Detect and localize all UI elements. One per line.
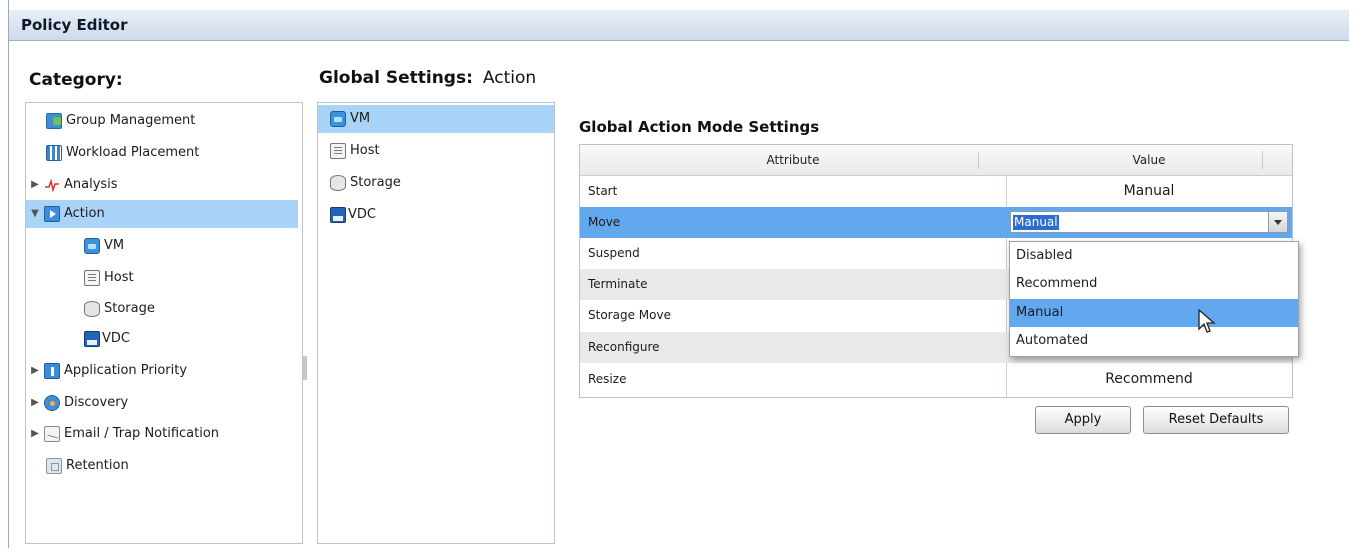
panel-splitter[interactable]: [303, 356, 307, 380]
list-item-label: Host: [350, 143, 380, 158]
mouse-cursor-icon: [1198, 309, 1216, 333]
tree-item-label: Workload Placement: [66, 145, 200, 160]
column-header-value[interactable]: Value: [1006, 145, 1292, 175]
table-row[interactable]: Resize Recommend: [580, 364, 1292, 395]
collapse-arrow-icon[interactable]: ▼: [29, 200, 41, 228]
value-dropdown-list: Disabled Recommend Manual Automated: [1009, 241, 1299, 357]
tree-item-action[interactable]: ▼ Action: [26, 200, 298, 228]
expand-arrow-icon[interactable]: ▶: [29, 357, 41, 385]
table-row-selected[interactable]: Move Manual: [580, 207, 1292, 238]
attribute-cell: Suspend: [588, 246, 640, 260]
tree-item-host[interactable]: Host: [26, 264, 298, 292]
column-separator: [1262, 151, 1263, 169]
list-item-label: VDC: [348, 207, 376, 222]
group-management-icon: [46, 113, 62, 129]
apply-button[interactable]: Apply: [1035, 406, 1131, 434]
category-tree: Group Management Workload Placement ▶ An…: [25, 102, 303, 544]
list-item-storage[interactable]: Storage: [318, 169, 554, 197]
list-item-vdc[interactable]: VDC: [318, 201, 554, 229]
column-separator: [978, 151, 979, 169]
attribute-cell: Move: [588, 215, 621, 229]
expand-arrow-icon[interactable]: ▶: [29, 420, 41, 448]
host-icon: [84, 270, 100, 286]
global-settings-label: Global Settings:: [319, 68, 473, 88]
tree-item-label: Group Management: [66, 113, 196, 128]
expand-arrow-icon[interactable]: ▶: [29, 171, 41, 199]
tree-item-label: Host: [104, 270, 134, 285]
dropdown-option-disabled[interactable]: Disabled: [1010, 242, 1298, 270]
tree-item-label: Action: [64, 206, 105, 221]
tree-item-email-trap-notification[interactable]: ▶ Email / Trap Notification: [26, 420, 298, 448]
global-settings-heading: Global Settings: Action: [319, 68, 536, 88]
tree-item-retention[interactable]: Retention: [26, 452, 298, 480]
workload-placement-icon: [46, 145, 62, 161]
email-icon: [44, 426, 60, 442]
tree-item-workload-placement[interactable]: Workload Placement: [26, 139, 298, 167]
policy-editor-window: Policy Editor Category: Global Settings:…: [8, 0, 1349, 548]
tree-item-label: Email / Trap Notification: [64, 426, 220, 441]
expand-arrow-icon[interactable]: ▶: [29, 389, 41, 417]
action-icon: [44, 206, 60, 222]
vm-icon: [84, 238, 100, 254]
attribute-cell: Storage Move: [588, 308, 671, 322]
tree-item-label: Analysis: [64, 177, 118, 192]
tree-item-vdc[interactable]: VDC: [26, 325, 298, 353]
list-item-label: Storage: [350, 175, 401, 190]
list-item-vm[interactable]: VM: [318, 105, 554, 133]
value-cell[interactable]: Recommend: [1006, 364, 1292, 395]
attribute-cell: Start: [588, 184, 618, 198]
application-priority-icon: [44, 363, 60, 379]
dropdown-option-recommend[interactable]: Recommend: [1010, 270, 1298, 298]
table-row[interactable]: Start Manual: [580, 176, 1292, 207]
discovery-icon: [44, 395, 60, 411]
tree-item-label: VDC: [102, 331, 130, 346]
storage-icon: [330, 175, 346, 191]
attribute-cell: Resize: [588, 372, 627, 386]
list-item-label: VM: [350, 111, 371, 126]
storage-icon: [84, 301, 100, 317]
tree-item-label: Retention: [66, 458, 129, 473]
value-cell[interactable]: Manual: [1006, 176, 1292, 207]
list-item-host[interactable]: Host: [318, 137, 554, 165]
tree-item-group-management[interactable]: Group Management: [26, 107, 298, 135]
dropdown-option-automated[interactable]: Automated: [1010, 327, 1298, 355]
tree-item-analysis[interactable]: ▶ Analysis: [26, 171, 298, 199]
settings-title: Global Action Mode Settings: [579, 118, 820, 136]
dropdown-option-manual[interactable]: Manual: [1010, 299, 1298, 327]
combobox-value: Manual: [1013, 215, 1059, 230]
vm-icon: [330, 111, 346, 127]
column-header-attribute[interactable]: Attribute: [580, 145, 1006, 175]
tree-item-label: Application Priority: [64, 363, 188, 378]
tree-item-label: Storage: [104, 301, 155, 316]
global-settings-list: VM Host Storage VDC: [317, 102, 555, 544]
attribute-cell: Reconfigure: [588, 340, 660, 354]
tree-item-application-priority[interactable]: ▶ Application Priority: [26, 357, 298, 385]
tree-item-vm[interactable]: VM: [26, 232, 298, 260]
tree-item-label: VM: [104, 238, 125, 253]
tree-item-storage[interactable]: Storage: [26, 295, 298, 323]
retention-icon: [46, 458, 62, 474]
global-settings-sub: Action: [482, 68, 537, 88]
window-title: Policy Editor: [9, 10, 1349, 41]
vdc-icon: [84, 331, 100, 347]
tree-item-discovery[interactable]: ▶ Discovery: [26, 389, 298, 417]
host-icon: [330, 143, 346, 159]
analysis-icon: [44, 177, 60, 193]
table-header: Attribute Value: [580, 145, 1292, 176]
reset-defaults-button[interactable]: Reset Defaults: [1143, 406, 1289, 434]
tree-item-label: Discovery: [64, 395, 129, 410]
attribute-cell: Terminate: [588, 277, 648, 291]
value-combobox[interactable]: Manual: [1010, 211, 1288, 233]
chevron-down-icon[interactable]: [1268, 212, 1287, 232]
category-heading: Category:: [29, 70, 123, 90]
vdc-icon: [330, 207, 346, 223]
